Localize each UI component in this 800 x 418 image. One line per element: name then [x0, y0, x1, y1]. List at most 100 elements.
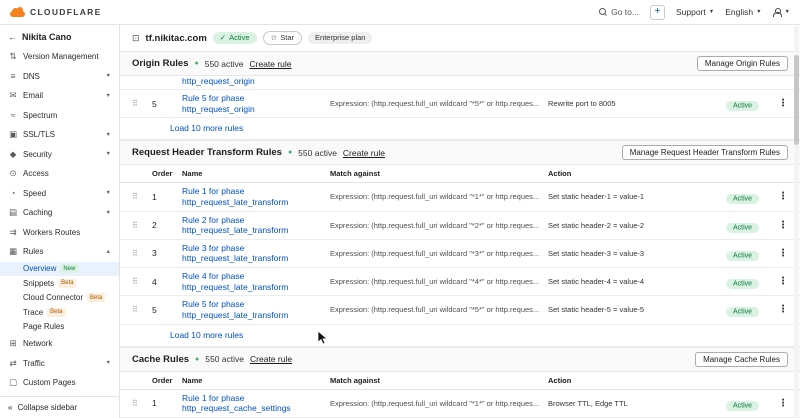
- sidebar-item-trace[interactable]: Trace Beta: [0, 305, 119, 320]
- rule-name-link[interactable]: http_request_origin: [182, 76, 330, 87]
- sidebar-subitem-label: Trace: [23, 308, 43, 317]
- sidebar-item-network[interactable]: ⊞ Network: [0, 334, 119, 354]
- sidebar-item-ssl-tls[interactable]: ▣ SSL/TLS ▼: [0, 125, 119, 145]
- drag-handle-icon[interactable]: ⠿: [132, 277, 152, 286]
- rule-name-line1: Rule 2 for phase: [182, 215, 330, 226]
- rule-name-line2: http_request_origin: [182, 104, 330, 115]
- drag-handle-icon[interactable]: ⠿: [132, 99, 152, 108]
- rule-name-link[interactable]: Rule 1 for phase http_request_cache_sett…: [182, 393, 330, 414]
- check-icon: ✓: [220, 33, 226, 43]
- rule-action: Set static header-2 = value-2: [548, 221, 726, 230]
- create-rule-link[interactable]: Create rule: [249, 59, 291, 69]
- rule-row-partial: http_request_origin: [120, 76, 800, 90]
- sidebar-item-custom-pages[interactable]: ▢ Custom Pages: [0, 373, 119, 393]
- support-menu[interactable]: Support ▼: [676, 7, 714, 17]
- drag-handle-icon[interactable]: ⠿: [132, 399, 152, 408]
- sidebar-item-page-rules[interactable]: Page Rules: [0, 320, 119, 335]
- cloudflare-logo[interactable]: CLOUDFLARE: [10, 7, 102, 17]
- rule-name-line1: Rule 1 for phase: [182, 186, 330, 197]
- account-header[interactable]: ← Nikita Cano: [0, 25, 119, 47]
- sidebar: ← Nikita Cano ⇅ Version Management ≡ DNS…: [0, 25, 120, 418]
- back-arrow-icon: ←: [8, 32, 17, 42]
- rule-action: Browser TTL, Edge TTL: [548, 399, 726, 408]
- rule-status-cell: Active: [726, 188, 774, 206]
- global-search[interactable]: Go to...: [599, 7, 639, 17]
- sidebar-item-email[interactable]: ✉ Email ▼: [0, 86, 119, 106]
- rule-name-link[interactable]: Rule 2 for phase http_request_late_trans…: [182, 215, 330, 236]
- row-menu-button[interactable]: ⋮: [774, 98, 788, 109]
- rule-name-line2: http_request_late_transform: [182, 197, 330, 208]
- load-more-rules-link[interactable]: Load 10 more rules: [120, 118, 800, 140]
- rule-name-line1: Rule 5 for phase: [182, 299, 330, 310]
- add-site-button[interactable]: +: [650, 5, 665, 20]
- manage-origin-rules-button[interactable]: Manage Origin Rules: [697, 56, 788, 71]
- sidebar-item-overview[interactable]: Overview New: [0, 262, 119, 277]
- chevron-down-icon: ▼: [106, 151, 111, 157]
- user-icon: [773, 8, 782, 17]
- language-menu[interactable]: English ▼: [725, 7, 761, 17]
- site-domain: tf.nikitac.com: [146, 33, 207, 44]
- sidebar-item-version-management[interactable]: ⇅ Version Management: [0, 47, 119, 67]
- sidebar-item-label: Spectrum: [23, 111, 57, 120]
- site-status-badge: ✓ Active: [213, 32, 257, 45]
- collapse-sidebar-button[interactable]: « Collapse sidebar: [0, 396, 119, 418]
- sidebar-item-label: Security: [23, 150, 52, 159]
- sidebar-item-label: Custom Pages: [23, 378, 75, 387]
- row-menu-button[interactable]: ⋮: [774, 191, 788, 202]
- section-title: Cache Rules: [132, 354, 189, 365]
- sidebar-item-dns[interactable]: ≡ DNS ▼: [0, 67, 119, 87]
- drag-handle-icon[interactable]: ⠿: [132, 305, 152, 314]
- scrollbar-thumb[interactable]: [794, 55, 799, 145]
- rule-name-line2: http_request_late_transform: [182, 282, 330, 293]
- sidebar-subitem-label: Overview: [23, 264, 56, 273]
- sidebar-subitem-label: Snippets: [23, 279, 54, 288]
- star-site-button[interactable]: ☆ Star: [263, 31, 303, 46]
- rule-name-line2: http_request_cache_settings: [182, 403, 330, 414]
- rule-name-link[interactable]: Rule 5 for phase http_request_late_trans…: [182, 299, 330, 320]
- lock-icon: ▣: [8, 129, 18, 140]
- rule-name-link[interactable]: Rule 4 for phase http_request_late_trans…: [182, 271, 330, 292]
- rule-action: Set static header-5 = value-5: [548, 305, 726, 314]
- active-status-dot-icon: ●: [288, 149, 292, 156]
- rule-name-link[interactable]: Rule 5 for phase http_request_origin: [182, 93, 330, 114]
- app-layout: ← Nikita Cano ⇅ Version Management ≡ DNS…: [0, 25, 800, 418]
- rule-status-cell: Active: [726, 244, 774, 262]
- sidebar-item-access[interactable]: ⊙ Access: [0, 164, 119, 184]
- rule-status-cell: Active: [726, 95, 774, 113]
- sidebar-item-snippets[interactable]: Snippets Beta: [0, 276, 119, 291]
- sidebar-item-caching[interactable]: ▤ Caching ▼: [0, 203, 119, 223]
- custom-pages-icon: ▢: [8, 377, 18, 388]
- chevron-down-icon: ▼: [106, 190, 111, 196]
- row-menu-button[interactable]: ⋮: [774, 248, 788, 259]
- drag-handle-icon[interactable]: ⠿: [132, 249, 152, 258]
- sidebar-item-workers-routes[interactable]: ⇉ Workers Routes: [0, 223, 119, 243]
- sidebar-item-cloud-connector[interactable]: Cloud Connector Beta: [0, 291, 119, 306]
- load-more-rules-link[interactable]: Load 10 more rules: [120, 325, 800, 347]
- column-header-name: Name: [182, 376, 330, 385]
- create-rule-link[interactable]: Create rule: [250, 354, 292, 364]
- sidebar-item-security[interactable]: ◆ Security ▼: [0, 145, 119, 165]
- sidebar-item-speed[interactable]: ◔ Speed ▼: [0, 184, 119, 204]
- rule-name-link[interactable]: Rule 1 for phase http_request_late_trans…: [182, 186, 330, 207]
- row-menu-button[interactable]: ⋮: [774, 276, 788, 287]
- row-menu-button[interactable]: ⋮: [774, 398, 788, 409]
- account-menu[interactable]: ▼: [773, 8, 790, 17]
- create-rule-link[interactable]: Create rule: [343, 148, 385, 158]
- spectrum-icon: ≈: [8, 110, 18, 120]
- rule-name-link[interactable]: Rule 3 for phase http_request_late_trans…: [182, 243, 330, 264]
- rule-match-expression: Expression: (http.request.full_uri wildc…: [330, 221, 548, 230]
- sidebar-item-rules[interactable]: ▦ Rules ▲: [0, 242, 119, 262]
- sidebar-item-label: DNS: [23, 72, 40, 81]
- row-menu-button[interactable]: ⋮: [774, 220, 788, 231]
- drag-handle-icon[interactable]: ⠿: [132, 192, 152, 201]
- drag-handle-icon[interactable]: ⠿: [132, 221, 152, 230]
- rule-name-line2: http_request_late_transform: [182, 310, 330, 321]
- rule-action: Rewrite port to 8005: [548, 99, 726, 108]
- sidebar-item-traffic[interactable]: ⇄ Traffic ▼: [0, 354, 119, 374]
- sidebar-item-spectrum[interactable]: ≈ Spectrum: [0, 106, 119, 126]
- active-status-dot-icon: ●: [195, 356, 199, 363]
- row-menu-button[interactable]: ⋮: [774, 304, 788, 315]
- collapse-icon: «: [8, 403, 12, 412]
- manage-cache-rules-button[interactable]: Manage Cache Rules: [695, 352, 788, 367]
- manage-request-header-transform-rules-button[interactable]: Manage Request Header Transform Rules: [622, 145, 788, 160]
